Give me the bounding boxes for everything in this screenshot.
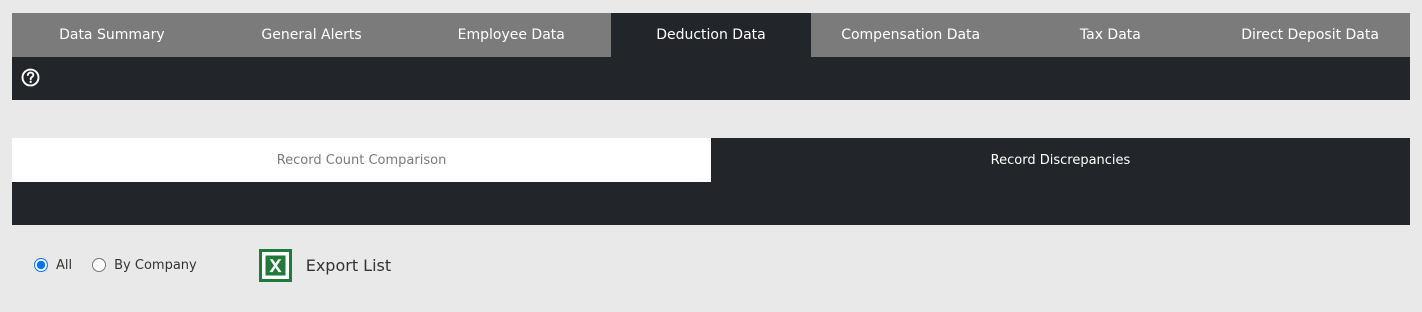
tab-direct-deposit-data[interactable]: Direct Deposit Data xyxy=(1210,13,1410,57)
tab-record-count-comparison[interactable]: Record Count Comparison xyxy=(12,138,711,182)
tab-employee-data[interactable]: Employee Data xyxy=(411,13,611,57)
excel-icon xyxy=(258,248,292,282)
help-bar xyxy=(12,57,1410,100)
radio-by-company-label: By Company xyxy=(114,257,197,273)
radio-by-company[interactable] xyxy=(92,258,107,272)
list-controls: All By Company Export List xyxy=(34,248,391,282)
filter-all[interactable]: All xyxy=(34,258,72,273)
tab-compensation-data[interactable]: Compensation Data xyxy=(811,13,1011,57)
radio-all[interactable] xyxy=(34,258,48,272)
tab-deduction-data[interactable]: Deduction Data xyxy=(611,13,811,57)
tab-general-alerts[interactable]: General Alerts xyxy=(212,13,412,57)
tab-data-summary[interactable]: Data Summary xyxy=(12,13,212,57)
export-list-label: Export List xyxy=(305,255,392,275)
filter-by-company[interactable]: By Company xyxy=(92,258,197,273)
export-list-button[interactable]: Export List xyxy=(258,248,392,282)
help-icon[interactable] xyxy=(21,68,40,87)
sub-tab-bar: Record Count Comparison Record Discrepan… xyxy=(12,138,1410,182)
tab-tax-data[interactable]: Tax Data xyxy=(1011,13,1211,57)
sub-tab-panel xyxy=(12,182,1410,225)
radio-all-label: All xyxy=(56,257,73,273)
main-tab-bar: Data Summary General Alerts Employee Dat… xyxy=(12,13,1410,57)
tab-record-discrepancies[interactable]: Record Discrepancies xyxy=(711,138,1410,182)
